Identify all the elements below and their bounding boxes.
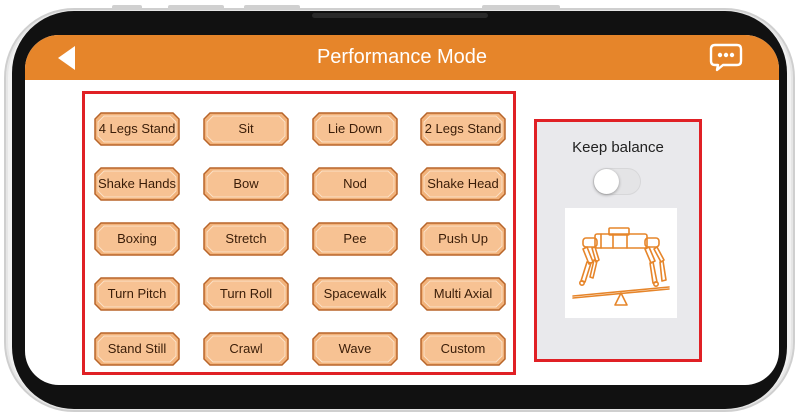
action-button[interactable]: Multi Axial [420, 277, 506, 311]
action-button-label: Multi Axial [433, 286, 493, 301]
action-button[interactable]: Lie Down [312, 112, 398, 146]
action-button-label: Pee [343, 231, 367, 246]
action-button-label: Shake Hands [97, 176, 177, 191]
action-button[interactable]: Crawl [203, 332, 289, 366]
action-button[interactable]: 4 Legs Stand [94, 112, 180, 146]
action-buttons-panel: 4 Legs Stand Sit Lie Down 2 Legs Stand Shake… [82, 91, 516, 375]
robot-dog-balance-icon [572, 227, 670, 306]
action-button[interactable]: 2 Legs Stand [420, 112, 506, 146]
phone-speaker [312, 13, 488, 18]
action-button-label: Wave [338, 341, 372, 356]
back-arrow-icon [58, 46, 75, 70]
action-button[interactable]: Shake Hands [94, 167, 180, 201]
page-title: Performance Mode [316, 46, 488, 68]
action-button[interactable]: Pee [312, 222, 398, 256]
action-button-label: Turn Roll [219, 286, 273, 301]
keep-balance-label: Keep balance [572, 139, 664, 156]
keep-balance-toggle[interactable] [593, 168, 641, 195]
action-button[interactable]: Nod [312, 167, 398, 201]
action-button[interactable]: Turn Roll [203, 277, 289, 311]
navigation-bar: Performance Mode [25, 35, 779, 80]
action-button-label: 2 Legs Stand [424, 121, 502, 136]
action-button-label: Push Up [438, 231, 488, 246]
phone-side-button [244, 5, 300, 10]
chat-button[interactable] [709, 42, 743, 72]
action-button-label: Boxing [117, 231, 157, 246]
action-button[interactable]: Sit [203, 112, 289, 146]
action-button-label: Stand Still [107, 341, 167, 356]
phone-side-button [112, 5, 142, 10]
balance-illustration [565, 208, 677, 318]
action-button-label: Lie Down [327, 121, 383, 136]
action-button[interactable]: Bow [203, 167, 289, 201]
action-button-label: Turn Pitch [107, 286, 167, 301]
action-button[interactable]: Push Up [420, 222, 506, 256]
action-button[interactable]: Boxing [94, 222, 180, 256]
action-button-label: Shake Head [427, 176, 499, 191]
action-button-label: Nod [343, 176, 367, 191]
action-button[interactable]: Shake Head [420, 167, 506, 201]
action-button[interactable]: Custom [420, 332, 506, 366]
phone-side-button [168, 5, 224, 10]
chat-bubble-icon [709, 43, 743, 72]
balance-panel: Keep balance [534, 119, 702, 362]
back-button[interactable] [55, 45, 79, 71]
toggle-knob [594, 169, 619, 194]
app-screen: Performance Mode 4 Legs Stand Sit Lie Down… [25, 35, 779, 385]
action-button-label: Stretch [225, 231, 267, 246]
action-button[interactable]: Stand Still [94, 332, 180, 366]
action-button[interactable]: Stretch [203, 222, 289, 256]
action-button[interactable]: Wave [312, 332, 398, 366]
action-button-label: 4 Legs Stand [98, 121, 176, 136]
phone-side-button [482, 5, 560, 10]
action-button[interactable]: Spacewalk [312, 277, 398, 311]
action-button-label: Sit [238, 121, 254, 136]
action-button-label: Bow [233, 176, 259, 191]
action-button[interactable]: Turn Pitch [94, 277, 180, 311]
action-button-label: Custom [440, 341, 486, 356]
action-button-label: Spacewalk [323, 286, 387, 301]
action-button-label: Crawl [229, 341, 263, 356]
